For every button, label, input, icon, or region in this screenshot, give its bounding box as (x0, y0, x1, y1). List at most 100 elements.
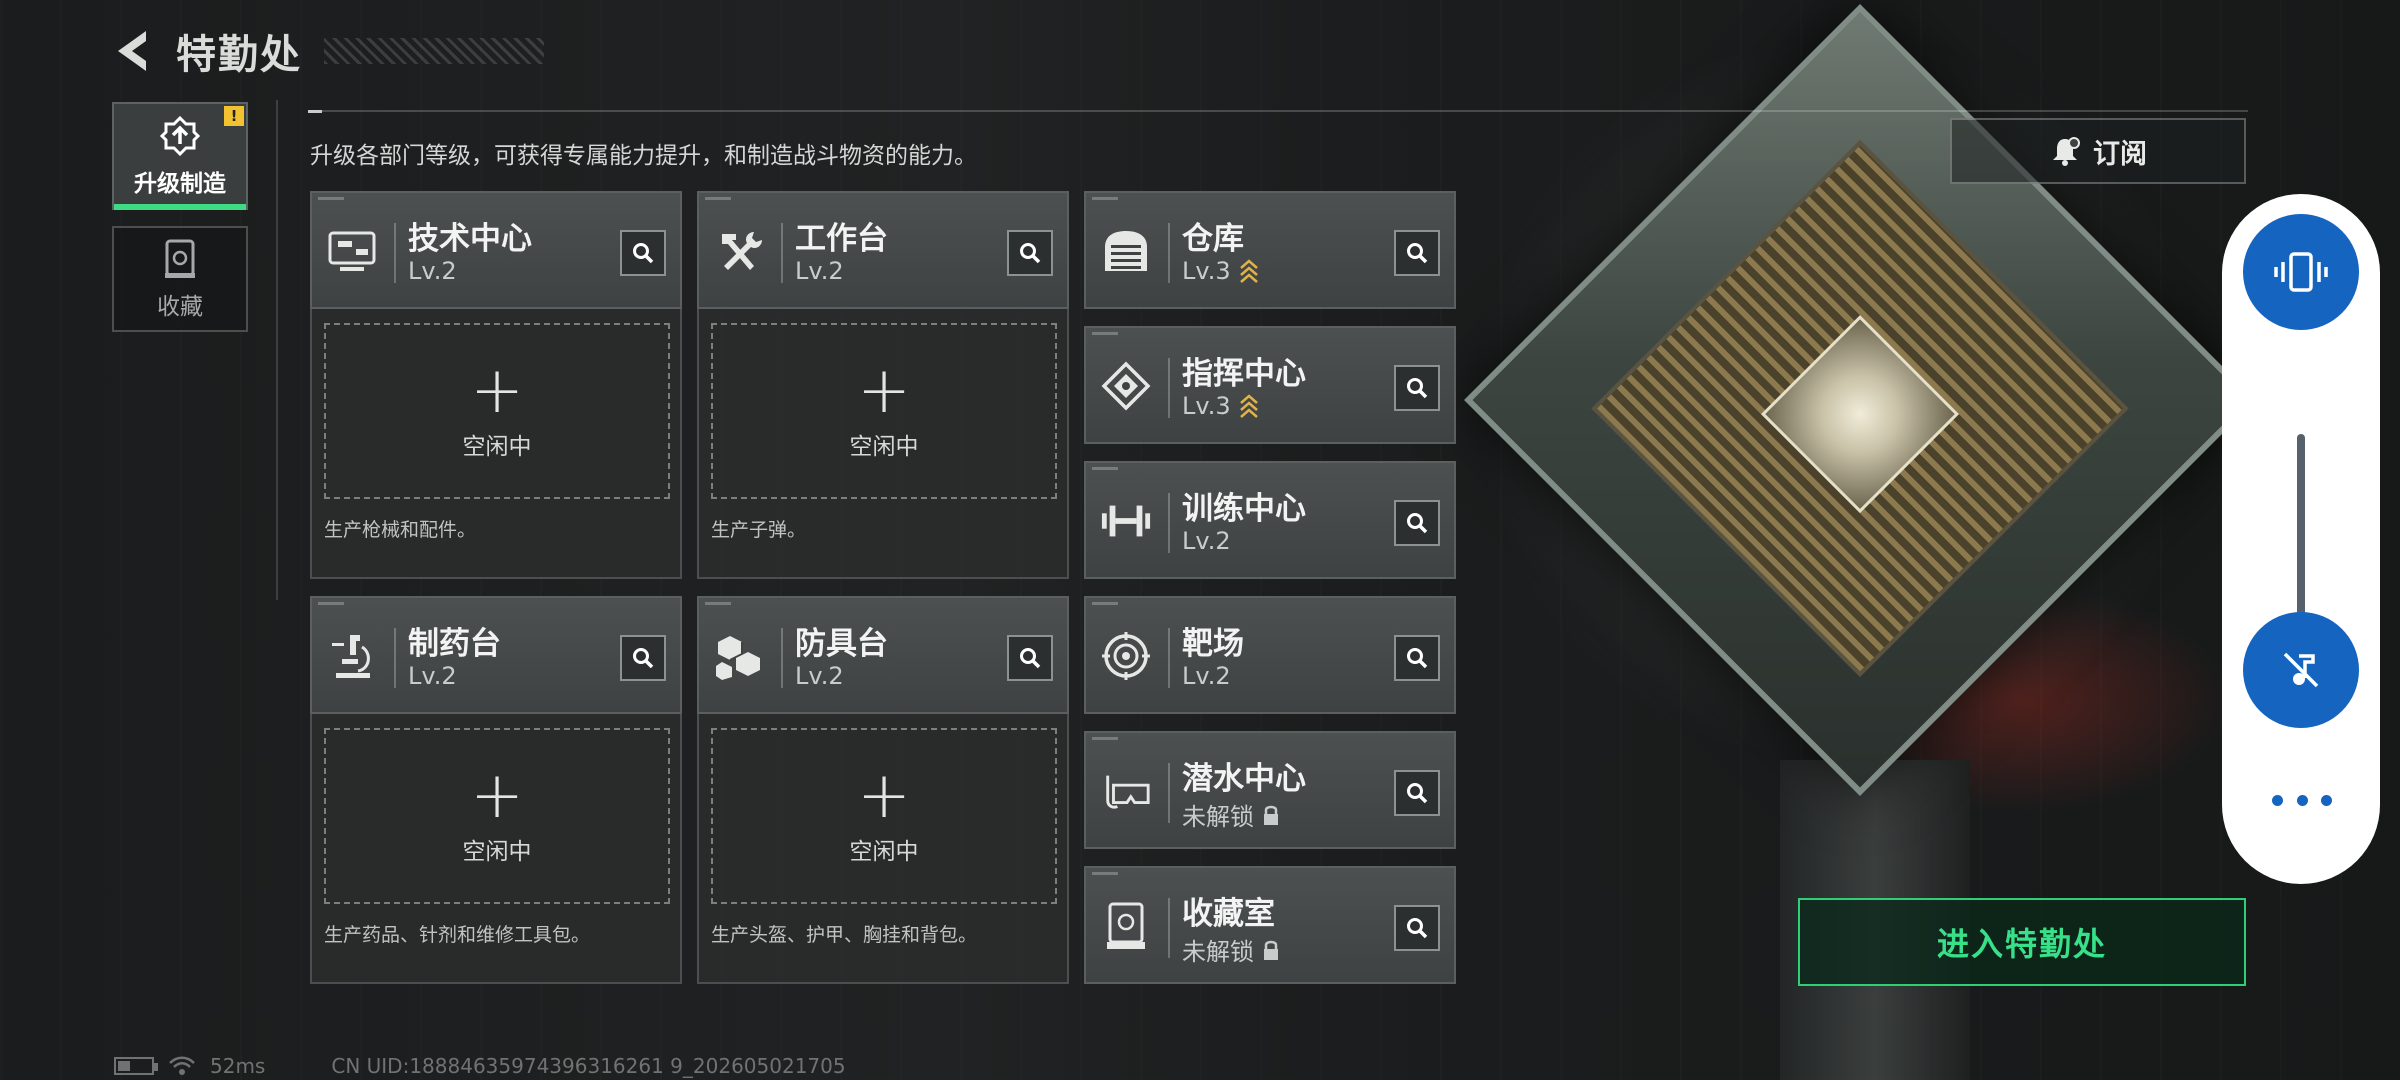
more-options-button[interactable] (2272, 790, 2332, 810)
diving-mask-icon (1106, 775, 1150, 809)
production-panel-armor-bench: + 空闲中 生产头盔、护甲、胸挂和背包。 (697, 714, 1069, 984)
dept-level: Lv.2 (408, 662, 457, 690)
dept-name: 制药台 (408, 626, 501, 662)
production-description: 生产子弹。 (711, 519, 807, 541)
search-icon (1407, 648, 1428, 669)
target-icon (1102, 632, 1150, 680)
mute-media-button[interactable] (2243, 612, 2359, 728)
add-production-slot[interactable]: + 空闲中 (711, 728, 1057, 904)
search-button[interactable] (1007, 230, 1053, 276)
production-description: 生产枪械和配件。 (324, 519, 477, 541)
search-icon (633, 243, 654, 264)
microscope-icon (332, 635, 370, 678)
dept-card-pharmacy[interactable]: 制药台 Lv.2 (310, 596, 682, 714)
dept-card-armor-bench[interactable]: 防具台 Lv.2 (697, 596, 1069, 714)
search-button[interactable] (1394, 635, 1440, 681)
search-icon (1020, 648, 1041, 669)
bell-subscribe-icon (2053, 137, 2080, 166)
dept-card-workbench[interactable]: 工作台 Lv.2 (697, 191, 1069, 309)
sidebar-item-collection[interactable]: 收藏 (112, 226, 248, 332)
vibrate-icon (2274, 252, 2328, 292)
volume-slider-track[interactable] (2297, 434, 2305, 634)
search-button[interactable] (1394, 230, 1440, 276)
search-button[interactable] (1394, 500, 1440, 546)
upgrade-chevrons-icon (1239, 394, 1258, 418)
dept-level: Lv.3 (1182, 392, 1231, 420)
dept-name: 潜水中心 (1182, 761, 1306, 797)
music-muted-icon (2283, 652, 2319, 688)
idle-status: 空闲中 (849, 434, 919, 460)
dept-name: 仓库 (1182, 221, 1244, 257)
sidebar-item-label: 升级制造 (134, 171, 226, 197)
upgrade-chevrons-icon (1239, 259, 1258, 283)
top-divider-mark (308, 110, 322, 113)
lock-icon (1264, 940, 1278, 960)
sidebar-divider (276, 100, 278, 600)
idle-status: 空闲中 (462, 434, 532, 460)
dept-card-warehouse[interactable]: 仓库 Lv.3 (1084, 191, 1456, 309)
dept-card-command-center[interactable]: 指挥中心 Lv.3 (1084, 326, 1456, 444)
dumbbell-icon (1101, 505, 1151, 537)
search-button[interactable] (1394, 365, 1440, 411)
header-decoration (324, 38, 544, 64)
lock-icon (1264, 805, 1278, 825)
search-icon (633, 648, 654, 669)
alert-badge: ! (224, 106, 244, 126)
enter-special-ops-button[interactable]: 进入特勤处 (1798, 898, 2246, 986)
user-uid: CN UID:18884635974396316261 9_2026050217… (331, 1054, 846, 1078)
production-panel-tech-center: + 空闲中 生产枪械和配件。 (310, 309, 682, 579)
dept-level: Lv.2 (795, 662, 844, 690)
dept-level: Lv.3 (1182, 257, 1231, 285)
dot-icon (2321, 794, 2332, 806)
production-panel-pharmacy: + 空闲中 生产药品、针剂和维修工具包。 (310, 714, 682, 984)
production-panel-workbench: + 空闲中 生产子弹。 (697, 309, 1069, 579)
dept-level: Lv.2 (1182, 527, 1231, 555)
dept-card-training-center[interactable]: 训练中心 Lv.2 (1084, 461, 1456, 579)
add-production-slot[interactable]: + 空闲中 (324, 323, 670, 499)
search-button[interactable] (1394, 770, 1440, 816)
dept-name: 训练中心 (1182, 491, 1306, 527)
production-description: 生产头盔、护甲、胸挂和背包。 (711, 924, 978, 946)
search-icon (1407, 378, 1428, 399)
collection-jar-icon (165, 239, 195, 278)
dept-card-shooting-range[interactable]: 靶场 Lv.2 (1084, 596, 1456, 714)
sidebar-item-label: 收藏 (157, 294, 203, 320)
upgrade-gear-icon (159, 115, 201, 157)
subscribe-button[interactable]: 订阅 (1950, 118, 2246, 184)
dept-name: 收藏室 (1182, 896, 1275, 932)
search-button[interactable] (1394, 905, 1440, 951)
ping-value: 52ms (210, 1054, 266, 1078)
dept-card-diving-center[interactable]: 潜水中心 未解锁 (1084, 731, 1456, 849)
add-production-slot[interactable]: + 空闲中 (711, 323, 1057, 499)
idle-status: 空闲中 (462, 839, 532, 865)
vibrate-mode-button[interactable] (2243, 214, 2359, 330)
dept-card-tech-center[interactable]: 技术中心 Lv.2 (310, 191, 682, 309)
back-button[interactable] (110, 25, 154, 77)
dept-level: Lv.2 (1182, 662, 1231, 690)
battery-icon (114, 1057, 158, 1075)
command-chip-icon (1101, 361, 1151, 411)
idle-status: 空闲中 (849, 839, 919, 865)
wifi-icon (169, 1056, 195, 1075)
plus-icon: + (470, 354, 524, 428)
search-icon (1407, 918, 1428, 939)
cube-core (1761, 315, 1959, 514)
search-icon (1407, 513, 1428, 534)
search-button[interactable] (620, 635, 666, 681)
volume-control-panel (2222, 194, 2380, 884)
search-button[interactable] (1007, 635, 1053, 681)
dot-icon (2272, 794, 2283, 806)
search-button[interactable] (620, 230, 666, 276)
hammer-wrench-icon (722, 232, 762, 270)
dept-level: Lv.2 (795, 257, 844, 285)
subscribe-label: 订阅 (2093, 138, 2147, 170)
page-header: 特勤处 (110, 22, 544, 80)
display-case-icon (1107, 902, 1145, 949)
dept-name: 靶场 (1182, 626, 1244, 662)
armor-cubes-icon (716, 636, 760, 680)
sidebar-item-upgrade[interactable]: ! 升级制造 (112, 102, 248, 210)
add-production-slot[interactable]: + 空闲中 (324, 728, 670, 904)
dept-name: 工作台 (795, 221, 888, 257)
dept-card-collection-room[interactable]: 收藏室 未解锁 (1084, 866, 1456, 984)
cube-inner-shaft (1591, 139, 2129, 678)
